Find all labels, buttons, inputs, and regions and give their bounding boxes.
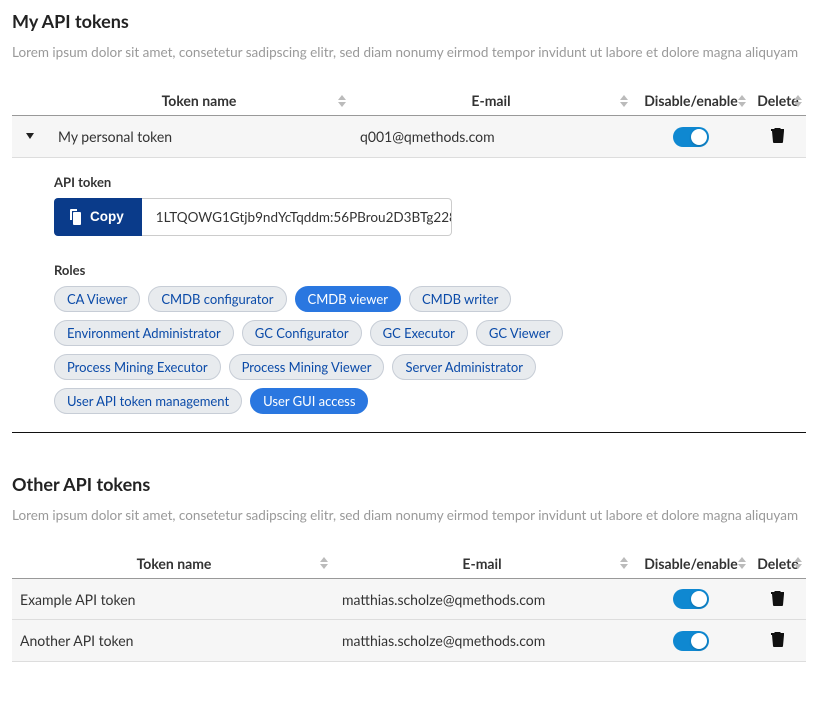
role-chip[interactable]: Server Administrator (392, 354, 536, 380)
role-chip[interactable]: Process Mining Executor (54, 354, 221, 380)
role-chip[interactable]: GC Viewer (476, 320, 563, 346)
token-name-cell: My personal token (48, 128, 350, 145)
section-description-my-tokens: Lorem ipsum dolor sit amet, consetetur s… (12, 42, 806, 62)
column-header-label: Delete (757, 92, 799, 109)
delete-button[interactable] (769, 590, 787, 608)
sort-icon (320, 557, 328, 569)
sort-icon (338, 95, 346, 107)
column-header-label: Disable/enable (644, 555, 737, 572)
token-email-cell: matthias.scholze@qmethods.com (332, 591, 632, 608)
role-chip[interactable]: CMDB writer (409, 286, 511, 312)
role-chip[interactable]: CMDB configurator (148, 286, 286, 312)
sort-icon (794, 95, 802, 107)
column-header-label: Delete (757, 555, 799, 572)
column-header-label: E-mail (471, 92, 510, 109)
role-chip[interactable]: Process Mining Viewer (229, 354, 385, 380)
column-header-delete[interactable]: Delete (750, 555, 806, 572)
sort-icon (738, 95, 746, 107)
column-header-delete[interactable]: Delete (750, 92, 806, 109)
sort-icon (620, 557, 628, 569)
role-chip[interactable]: User API token management (54, 388, 242, 414)
other-tokens-table-header: Token name E-mail Disable/enable Delete (12, 549, 806, 579)
expanded-row-body: API token Copy 1LTQOWG1Gtjb9ndYcTqddm:56… (12, 158, 806, 433)
column-header-label: Token name (137, 555, 212, 572)
roles-container: CA Viewer CMDB configurator CMDB viewer CMD… (54, 286, 574, 414)
delete-button[interactable] (769, 127, 787, 145)
role-chip[interactable]: CA Viewer (54, 286, 140, 312)
api-token-label: API token (54, 174, 796, 190)
column-header-label: Token name (162, 92, 237, 109)
column-header-disable-enable[interactable]: Disable/enable (632, 555, 750, 572)
token-name-cell: Example API token (12, 591, 332, 608)
sort-icon (738, 557, 746, 569)
api-token-value[interactable]: 1LTQOWG1Gtjb9ndYcTqddm:56PBrou2D3BTg228 (142, 198, 452, 236)
sort-icon (794, 557, 802, 569)
column-header-label: Disable/enable (644, 92, 737, 109)
section-heading-other-tokens: Other API tokens (12, 473, 806, 495)
enable-toggle[interactable] (673, 127, 709, 147)
role-chip[interactable]: Environment Administrator (54, 320, 234, 346)
delete-button[interactable] (769, 631, 787, 649)
section-description-other-tokens: Lorem ipsum dolor sit amet, consetetur s… (12, 505, 806, 525)
section-heading-my-tokens: My API tokens (12, 10, 806, 32)
token-name-cell: Another API token (12, 632, 332, 649)
column-header-disable-enable[interactable]: Disable/enable (632, 92, 750, 109)
table-row: My personal token q001@qmethods.com (12, 116, 806, 157)
column-header-email[interactable]: E-mail (332, 555, 632, 572)
roles-label: Roles (54, 262, 796, 278)
column-header-token-name[interactable]: Token name (48, 92, 350, 109)
copy-icon (68, 209, 82, 225)
my-tokens-table-header: Token name E-mail Disable/enable Delete (12, 86, 806, 116)
column-header-label: E-mail (462, 555, 501, 572)
table-row: Example API tokenmatthias.scholze@qmetho… (12, 579, 806, 620)
copy-button-label: Copy (90, 209, 124, 224)
table-row: Another API tokenmatthias.scholze@qmetho… (12, 620, 806, 661)
role-chip[interactable]: GC Executor (370, 320, 468, 346)
role-chip[interactable]: CMDB viewer (295, 286, 401, 312)
copy-button[interactable]: Copy (54, 198, 142, 236)
enable-toggle[interactable] (673, 631, 709, 651)
sort-icon (620, 95, 628, 107)
enable-toggle[interactable] (673, 589, 709, 609)
column-header-email[interactable]: E-mail (350, 92, 632, 109)
token-email-cell: matthias.scholze@qmethods.com (332, 632, 632, 649)
role-chip[interactable]: User GUI access (250, 388, 368, 414)
expand-toggle-icon[interactable] (24, 128, 36, 140)
token-email-cell: q001@qmethods.com (350, 128, 632, 145)
role-chip[interactable]: GC Configurator (242, 320, 362, 346)
column-header-token-name[interactable]: Token name (12, 555, 332, 572)
